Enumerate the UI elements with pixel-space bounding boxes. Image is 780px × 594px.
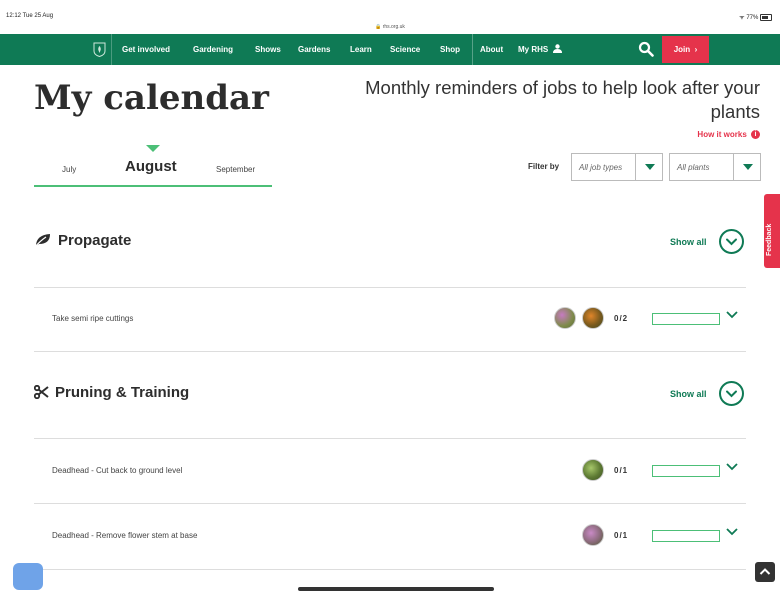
month-tabs-underline <box>34 185 272 187</box>
job-type-select-value: All job types <box>579 163 623 172</box>
status-bar: 12:12 Tue 25 Aug 🔒 rhs.org.uk ᯤ 77% <box>0 0 780 34</box>
rhs-logo-icon[interactable] <box>93 42 106 57</box>
nav-gardening[interactable]: Gardening <box>193 34 233 65</box>
chevron-down-icon <box>733 154 761 180</box>
leaf-icon <box>34 234 50 248</box>
chevron-right-icon: › <box>692 45 698 54</box>
back-to-top-button[interactable] <box>755 562 775 582</box>
plant-thumbnail[interactable] <box>554 307 576 329</box>
section-title-text: Propagate <box>58 232 132 249</box>
divider <box>34 287 746 288</box>
feedback-label: Feedback <box>766 223 773 256</box>
task-name: Take semi ripe cuttings <box>52 314 134 323</box>
month-tab-next[interactable]: September <box>216 165 255 174</box>
section-title-pruning: Pruning & Training <box>33 384 190 401</box>
battery-indicator: ᯤ 77% <box>739 13 772 21</box>
user-icon <box>553 44 563 53</box>
job-type-select[interactable]: All job types <box>571 153 663 181</box>
nav-divider <box>472 34 473 65</box>
plant-thumbnail[interactable] <box>582 524 604 546</box>
task-progress-bar <box>652 465 720 477</box>
divider <box>34 569 746 570</box>
chevron-down-icon[interactable] <box>725 310 739 320</box>
divider <box>34 503 746 504</box>
plant-select-value: All plants <box>677 163 710 172</box>
chat-button[interactable] <box>13 563 43 590</box>
how-it-works-link[interactable]: How it works i <box>697 130 760 140</box>
chevron-down-icon <box>726 390 737 398</box>
home-indicator <box>298 587 494 591</box>
plant-select[interactable]: All plants <box>669 153 761 181</box>
plant-thumbnail[interactable] <box>582 459 604 481</box>
show-all-propagate-label[interactable]: Show all <box>670 237 707 247</box>
chevron-down-icon <box>726 238 737 246</box>
show-all-pruning-button[interactable] <box>719 381 744 406</box>
section-title-text: Pruning & Training <box>55 384 190 401</box>
info-icon: i <box>751 130 760 140</box>
chevron-down-icon[interactable] <box>725 462 739 472</box>
section-title-propagate: Propagate <box>34 232 131 249</box>
nav-about[interactable]: About <box>480 34 503 65</box>
url-text: rhs.org.uk <box>382 24 405 30</box>
task-name: Deadhead - Remove flower stem at base <box>52 531 198 540</box>
page-tagline: Monthly reminders of jobs to help look a… <box>365 77 760 122</box>
battery-icon <box>760 13 772 21</box>
chevron-down-icon[interactable] <box>725 527 739 537</box>
task-progress-bar <box>652 313 720 325</box>
scissors-icon <box>33 384 49 400</box>
plant-thumbnail[interactable] <box>582 307 604 329</box>
task-name: Deadhead - Cut back to ground level <box>52 466 183 475</box>
show-all-propagate-button[interactable] <box>719 229 744 254</box>
task-progress-count: 0/2 <box>614 314 629 323</box>
how-it-works-label: How it works <box>697 130 747 139</box>
task-progress-count: 0/1 <box>614 531 629 540</box>
nav-get-involved[interactable]: Get involved <box>122 34 170 65</box>
nav-gardens[interactable]: Gardens <box>298 34 330 65</box>
nav-shop[interactable]: Shop <box>440 34 460 65</box>
address-bar[interactable]: 🔒 rhs.org.uk <box>0 24 780 30</box>
nav-learn[interactable]: Learn <box>350 34 372 65</box>
wifi-icon: ᯤ <box>739 15 745 21</box>
month-tab-current[interactable]: August <box>125 158 177 175</box>
search-icon[interactable] <box>638 41 654 57</box>
feedback-tab[interactable]: Feedback <box>764 194 780 268</box>
nav-my-rhs[interactable]: My RHS <box>518 34 563 65</box>
filter-label: Filter by <box>528 162 560 171</box>
nav-shows[interactable]: Shows <box>255 34 281 65</box>
task-progress-bar <box>652 530 720 542</box>
divider <box>34 351 746 352</box>
divider <box>34 438 746 439</box>
main-nav: Get involved Gardening Shows Gardens Lea… <box>0 34 780 65</box>
nav-divider <box>111 34 112 65</box>
status-time: 12:12 Tue 25 Aug <box>6 13 54 19</box>
nav-science[interactable]: Science <box>390 34 420 65</box>
show-all-pruning-label[interactable]: Show all <box>670 389 707 399</box>
chevron-down-icon <box>635 154 663 180</box>
current-month-marker <box>146 145 160 152</box>
task-progress-count: 0/1 <box>614 466 629 475</box>
join-button[interactable]: Join › <box>662 36 709 63</box>
chevron-up-icon <box>759 568 771 575</box>
page-title: My calendar <box>34 78 269 118</box>
nav-my-rhs-label: My RHS <box>518 45 549 54</box>
join-label: Join <box>673 45 691 54</box>
month-tab-prev[interactable]: July <box>62 165 76 174</box>
battery-level: 77% <box>746 15 759 21</box>
